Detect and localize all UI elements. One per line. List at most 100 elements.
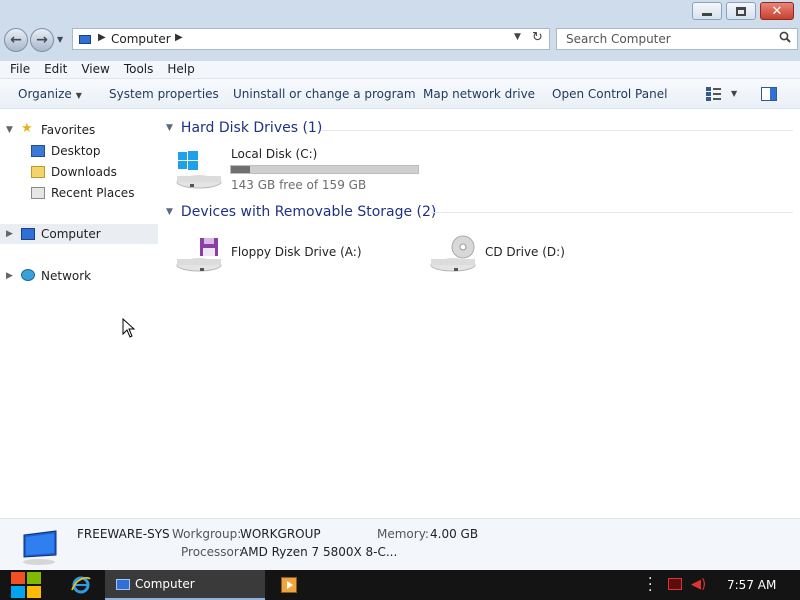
address-bar[interactable]: ▶ Computer ▶ ▼ ↻ — [72, 28, 550, 50]
change-view-icon[interactable] — [706, 87, 721, 101]
menu-bar: File Edit View Tools Help — [0, 61, 800, 79]
minimize-button[interactable] — [692, 2, 722, 20]
close-icon: ✕ — [771, 3, 783, 19]
memory-value: 4.00 GB — [430, 527, 479, 541]
network-icon — [21, 269, 35, 281]
sidebar-label-downloads: Downloads — [51, 165, 117, 179]
group-divider — [321, 130, 793, 131]
sidebar-label-recent-places: Recent Places — [51, 186, 135, 200]
minimize-icon — [702, 12, 712, 16]
system-properties-button[interactable]: System properties — [109, 87, 219, 101]
title-bar: ✕ — [0, 0, 800, 26]
menu-help[interactable]: Help — [167, 61, 194, 78]
forward-arrow-icon: → — [36, 32, 48, 48]
disk-capacity-bar — [230, 165, 419, 174]
drive-free-space: 143 GB free of 159 GB — [231, 178, 367, 192]
organize-button[interactable]: Organize ▼ — [18, 87, 82, 101]
forward-button[interactable]: → — [30, 28, 54, 52]
window-controls: ✕ — [692, 2, 794, 20]
address-dropdown-icon[interactable]: ▼ — [514, 32, 521, 42]
workgroup-label: Workgroup: — [172, 527, 242, 541]
clock[interactable]: 7:57 AM — [727, 578, 776, 592]
processor-value: AMD Ryzen 7 5800X 8-C... — [240, 545, 398, 559]
network-disconnected-icon[interactable] — [668, 578, 682, 590]
map-network-drive-button[interactable]: Map network drive — [423, 87, 535, 101]
computer-icon — [116, 579, 130, 590]
search-icon[interactable] — [779, 31, 791, 43]
group-title-hard-disk-drives: Hard Disk Drives (1) — [180, 120, 323, 136]
internet-explorer-icon[interactable] — [71, 575, 91, 595]
search-input[interactable]: Search Computer — [556, 28, 798, 50]
overflow-dots-icon[interactable]: · · · — [648, 572, 652, 598]
hard-drive-windows-icon — [176, 151, 222, 189]
menu-tools[interactable]: Tools — [124, 61, 154, 78]
menu-view[interactable]: View — [81, 61, 109, 78]
computer-icon — [21, 228, 35, 240]
computer-icon — [79, 35, 91, 44]
volume-muted-icon[interactable]: ◀) — [691, 577, 706, 592]
windows-start-icon[interactable] — [10, 571, 42, 599]
drive-name-floppy: Floppy Disk Drive (A:) — [231, 245, 362, 259]
menu-file[interactable]: File — [10, 61, 30, 78]
navigation-pane: ▼ ★ Favorites Desktop Downloads Recent P… — [0, 110, 158, 518]
close-button[interactable]: ✕ — [760, 2, 794, 20]
computer-name: FREEWARE-SYS — [77, 527, 170, 541]
sidebar-label-computer: Computer — [41, 227, 101, 241]
open-control-panel-button[interactable]: Open Control Panel — [552, 87, 667, 101]
sidebar-label-desktop: Desktop — [51, 144, 101, 158]
downloads-folder-icon — [31, 166, 45, 178]
sidebar-item-favorites[interactable]: ▼ ★ Favorites — [0, 120, 158, 140]
refresh-icon[interactable]: ↻ — [532, 30, 543, 45]
chevron-down-icon: ▼ — [75, 91, 82, 100]
organize-label: Organize — [18, 87, 72, 101]
collapse-chevron-icon[interactable]: ▼ — [166, 207, 173, 217]
back-button[interactable]: ← — [4, 28, 28, 52]
sidebar-label-favorites: Favorites — [41, 123, 96, 137]
breadcrumb-computer[interactable]: Computer — [111, 32, 171, 46]
navigation-bar: ← → ▼ ▶ Computer ▶ ▼ ↻ Search Computer — [0, 26, 800, 61]
media-player-icon[interactable] — [281, 577, 297, 593]
drive-name-local-disk: Local Disk (C:) — [231, 147, 318, 161]
taskbar-window-computer[interactable]: Computer — [105, 570, 265, 600]
drive-name-cd: CD Drive (D:) — [485, 245, 565, 259]
taskbar: Computer · · · ◀) 7:57 AM — [0, 570, 800, 600]
recent-pages-chevron-icon[interactable]: ▼ — [57, 35, 63, 44]
group-header-hard-disk-drives[interactable]: ▼ Hard Disk Drives (1) — [166, 120, 322, 136]
breadcrumb-chevron-icon[interactable]: ▶ — [98, 32, 106, 43]
computer-monitor-icon — [23, 530, 57, 565]
floppy-drive-icon — [176, 238, 222, 272]
restore-icon — [736, 6, 746, 16]
star-icon: ★ — [21, 121, 33, 136]
breadcrumb-chevron-icon[interactable]: ▶ — [175, 32, 183, 43]
expand-chevron-icon[interactable]: ▼ — [6, 125, 13, 135]
group-header-removable-storage[interactable]: ▼ Devices with Removable Storage (2) — [166, 204, 436, 220]
sidebar-item-recent-places[interactable]: Recent Places — [0, 183, 158, 203]
menu-edit[interactable]: Edit — [44, 61, 67, 78]
sidebar-item-downloads[interactable]: Downloads — [0, 162, 158, 182]
memory-label: Memory: — [377, 527, 429, 541]
sidebar-item-desktop[interactable]: Desktop — [0, 141, 158, 161]
recent-places-icon — [31, 187, 45, 199]
cd-drive-icon — [430, 235, 476, 272]
details-pane: FREEWARE-SYS Workgroup: WORKGROUP Memory… — [0, 518, 800, 570]
uninstall-program-button[interactable]: Uninstall or change a program — [233, 87, 416, 101]
back-arrow-icon: ← — [10, 32, 22, 48]
mouse-cursor-icon — [122, 318, 136, 338]
group-divider — [431, 212, 793, 213]
preview-pane-icon[interactable] — [761, 87, 777, 101]
group-title-removable-storage: Devices with Removable Storage (2) — [180, 204, 437, 220]
maximize-button[interactable] — [726, 2, 756, 20]
disk-used-fill — [231, 166, 250, 173]
expand-chevron-icon[interactable]: ▶ — [6, 271, 13, 281]
desktop-icon — [31, 145, 45, 157]
expand-chevron-icon[interactable]: ▶ — [6, 229, 13, 239]
taskbar-window-label: Computer — [135, 577, 195, 591]
command-bar: Organize ▼ System properties Uninstall or… — [0, 79, 800, 109]
collapse-chevron-icon[interactable]: ▼ — [166, 123, 173, 133]
sidebar-item-network[interactable]: ▶ Network — [0, 266, 158, 286]
workgroup-value: WORKGROUP — [240, 527, 321, 541]
sidebar-item-computer[interactable]: ▶ Computer — [0, 224, 158, 244]
search-placeholder: Search Computer — [566, 32, 671, 46]
view-options-chevron-icon[interactable]: ▼ — [731, 89, 737, 98]
sidebar-label-network: Network — [41, 269, 92, 283]
